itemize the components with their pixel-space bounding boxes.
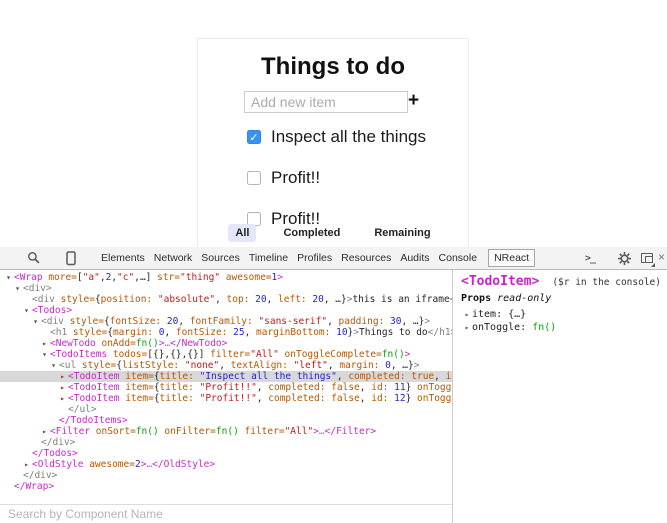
component-search-bar (0, 504, 452, 523)
prop-value: fn() (532, 322, 556, 333)
prop-value: {…} (508, 309, 526, 320)
tab-audits[interactable]: Audits (400, 252, 429, 264)
tree-row[interactable]: ▾<div style={fontSize: 20, fontFamily: "… (0, 316, 452, 327)
expand-arrow-icon[interactable]: ▸ (57, 393, 68, 404)
expand-arrow-icon[interactable]: ▸ (57, 382, 68, 393)
expand-arrow-icon[interactable]: ▸ (462, 321, 472, 334)
checkbox-checked[interactable]: ✓ (247, 130, 261, 144)
todo-item-label: Inspect all the things (271, 127, 426, 147)
props-inspector: <TodoItem> ($r in the console) Props rea… (453, 270, 667, 523)
settings-gear-icon[interactable] (618, 252, 631, 265)
prop-row-onToggle[interactable]: ▸onToggle: fn() (462, 321, 556, 334)
browser-page: Things to do + ✓ Inspect all the things Pr… (0, 0, 667, 523)
tab-resources[interactable]: Resources (341, 252, 391, 264)
inspect-element-icon[interactable] (27, 251, 41, 265)
console-drawer-icon[interactable]: >_ (585, 253, 595, 264)
expand-arrow-icon[interactable]: ▸ (21, 459, 32, 470)
device-mode-icon[interactable] (65, 251, 77, 266)
tree-row[interactable]: </div> (0, 470, 452, 481)
tree-row[interactable]: ▸<NewTodo onAdd=fn()>…</NewTodo> (0, 338, 452, 349)
tree-row[interactable]: ▾<TodoItems todos=[{},{},{}] filter="All… (0, 349, 452, 360)
filter-button-all[interactable]: All (228, 224, 256, 242)
collapse-arrow-icon[interactable]: ▾ (3, 272, 14, 283)
todo-app-frame: Things to do + ✓ Inspect all the things Pr… (197, 38, 469, 248)
devtools-tabs: Elements Network Sources Timeline Profiles Re… (101, 249, 535, 267)
tab-sources[interactable]: Sources (201, 252, 240, 264)
devtools-panel: Elements Network Sources Timeline Profiles Re… (0, 247, 667, 523)
expand-arrow-icon[interactable]: ▸ (39, 338, 50, 349)
tree-row[interactable]: ▸<Filter onSort=fn() onFilter=fn() filte… (0, 426, 452, 437)
tree-row[interactable]: ▾<Todos> (0, 305, 452, 316)
collapse-arrow-icon[interactable]: ▾ (30, 316, 41, 327)
tree-row[interactable]: ▾<ul style={listStyle: "none", textAlign… (0, 360, 452, 371)
tree-row[interactable]: <h1 style={margin: 0, fontSize: 25, marg… (0, 327, 452, 338)
todo-item-row: Profit!! (247, 167, 320, 189)
tab-elements[interactable]: Elements (101, 252, 145, 264)
props-list: ▸item: {…}▸onToggle: fn() (462, 308, 556, 334)
tree-row[interactable]: </div> (0, 437, 452, 448)
prop-name: onToggle: (472, 322, 532, 333)
tab-timeline[interactable]: Timeline (249, 252, 288, 264)
expand-arrow-icon[interactable]: ▸ (462, 308, 472, 321)
devtools-toolbar: Elements Network Sources Timeline Profiles Re… (0, 247, 667, 270)
app-title: Things to do (198, 53, 468, 81)
props-header: Props read-only (461, 293, 551, 304)
close-icon[interactable]: × (658, 250, 665, 264)
todo-item-row: ✓ Inspect all the things (247, 126, 426, 148)
add-item-row: + (198, 89, 468, 115)
selected-component-name: <TodoItem> (461, 274, 539, 289)
prop-name: item: (472, 309, 508, 320)
filter-buttons: All Completed Remaining (198, 224, 468, 242)
tree-row[interactable]: <div style={position: "absolute", top: 2… (0, 294, 452, 305)
tree-row[interactable]: </Wrap> (0, 481, 452, 492)
tree-row[interactable]: ▸<TodoItem item={title: "Inspect all the… (0, 371, 452, 382)
new-item-input[interactable] (244, 91, 408, 113)
dock-side-icon[interactable] (641, 253, 653, 263)
tab-console[interactable]: Console (439, 252, 478, 264)
collapse-arrow-icon[interactable]: ▾ (21, 305, 32, 316)
tree-row[interactable]: ▾<div> (0, 283, 452, 294)
todo-item-label: Profit!! (271, 168, 320, 188)
console-var-hint: ($r in the console) (552, 277, 661, 288)
prop-row-item[interactable]: ▸item: {…} (462, 308, 556, 321)
component-search-input[interactable] (0, 505, 452, 523)
tab-nreact[interactable]: NReact (488, 249, 535, 267)
collapse-arrow-icon[interactable]: ▾ (12, 283, 23, 294)
tree-row[interactable]: ▸<OldStyle awesome=2>…</OldStyle> (0, 459, 452, 470)
collapse-arrow-icon[interactable]: ▾ (48, 360, 59, 371)
collapse-arrow-icon[interactable]: ▾ (39, 349, 50, 360)
tree-row[interactable]: ▸<TodoItem item={title: "Profit!!", comp… (0, 382, 452, 393)
filter-button-remaining[interactable]: Remaining (367, 224, 437, 242)
filter-button-completed[interactable]: Completed (276, 224, 347, 242)
tree-row[interactable]: </TodoItems> (0, 415, 452, 426)
tree-row[interactable]: ▸<TodoItem item={title: "Profit!!", comp… (0, 393, 452, 404)
component-tree: ▾<Wrap more=["a",2,"c",…] str="thing" aw… (0, 270, 452, 506)
props-mode-label: read-only (497, 293, 551, 304)
tree-row[interactable]: </Todos> (0, 448, 452, 459)
tab-network[interactable]: Network (154, 252, 193, 264)
add-item-button[interactable]: + (408, 91, 419, 111)
tree-row[interactable]: </ul> (0, 404, 452, 415)
expand-arrow-icon[interactable]: ▸ (57, 371, 68, 382)
tree-row[interactable]: ▾<Wrap more=["a",2,"c",…] str="thing" aw… (0, 272, 452, 283)
expand-arrow-icon[interactable]: ▸ (39, 426, 50, 437)
props-label: Props (461, 293, 491, 304)
checkbox-unchecked[interactable] (247, 171, 261, 185)
tab-profiles[interactable]: Profiles (297, 252, 332, 264)
